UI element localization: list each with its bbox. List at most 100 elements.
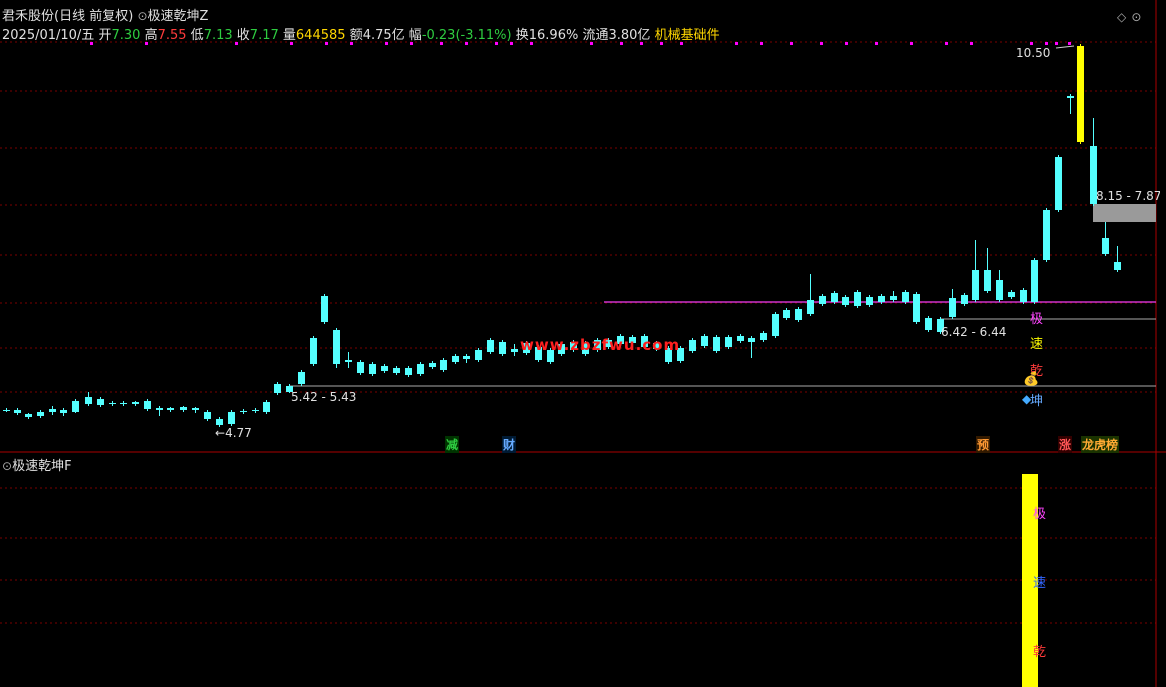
badge-longhu[interactable]: 龙虎榜 [1081, 436, 1120, 453]
marker-dot [875, 42, 878, 45]
candle-body-down [14, 410, 21, 413]
candle-body-down [417, 364, 424, 374]
concept-tag[interactable]: 机械基础件 [655, 28, 720, 43]
candle-body-down [405, 368, 412, 375]
candle-body-down [913, 294, 920, 322]
change-value: -0.23(-3.11%) [421, 28, 512, 43]
candle-body-down [1043, 210, 1050, 260]
money-bag-icon: 💰 [1023, 372, 1040, 387]
candle-body-down [3, 410, 10, 411]
candle-body-down [511, 349, 518, 352]
candle-body-down [180, 407, 187, 410]
candle-body-down [475, 350, 482, 360]
candle-body-down [192, 408, 199, 410]
sub-char-su: 速 [1033, 576, 1047, 591]
indicator-dropdown-icon[interactable]: ⊙ [137, 9, 147, 23]
badge-jian[interactable]: 减 [445, 436, 460, 453]
candle-body-down [463, 356, 470, 359]
candle-body-down [737, 336, 744, 341]
candle-body-down [452, 356, 459, 362]
candle-body-down [748, 338, 755, 342]
candle-body-down [393, 368, 400, 373]
candle-body-down [381, 366, 388, 371]
candle-body-down [120, 403, 127, 404]
close-value: 7.17 [249, 28, 279, 43]
volume-label: 量 [282, 28, 296, 43]
amount-value: 4.75亿 [362, 28, 405, 43]
candle-body-down [156, 408, 163, 410]
marker-dot [790, 42, 793, 45]
candle-body-down [72, 401, 79, 412]
resistance-box [1093, 204, 1156, 222]
candle-body-down [298, 372, 305, 384]
candle-body-down [689, 340, 696, 351]
sub-indicator-dropdown-icon[interactable]: ⊙ [2, 459, 12, 473]
marker-dot [760, 42, 763, 45]
badge-yu[interactable]: 预 [976, 436, 991, 453]
turnover-label: 换 [515, 28, 529, 43]
candle-body-down [961, 295, 968, 304]
candle-body-down [132, 402, 139, 404]
candle-body-down [1008, 292, 1015, 297]
settings-circle-icon[interactable]: ⊙ [1131, 10, 1141, 24]
candle-body-down [25, 414, 32, 417]
range-left-label: 5.42 - 5.43 [291, 390, 357, 404]
signal-char-ji: 极 [1030, 312, 1044, 327]
diamond-gem-icon: ◆ [1022, 392, 1032, 406]
volume-value: 644585 [295, 28, 346, 43]
candle-body-down [795, 309, 802, 320]
candle-body-down [842, 297, 849, 305]
diamond-icon[interactable]: ◇ [1117, 10, 1126, 24]
candle-body-down [984, 270, 991, 291]
candle-body-down [878, 296, 885, 302]
candle-body-down [902, 292, 909, 302]
sub-char-ji: 极 [1033, 507, 1047, 522]
float-value: 3.80亿 [608, 28, 651, 43]
candle-body-down [345, 360, 352, 362]
candle-body-down [228, 412, 235, 424]
stock-name[interactable]: 君禾股份 [2, 9, 54, 24]
marker-dot [820, 42, 823, 45]
period-info: (日线 前复权) [54, 9, 134, 24]
candle-body-down [783, 310, 790, 318]
badge-zhang[interactable]: 涨 [1058, 436, 1073, 453]
window-controls: ◇ ⊙ [1117, 6, 1141, 25]
quote-row: 2025/01/10/五 开7.30 高7.55 低7.13 收7.17 量64… [2, 24, 720, 43]
candle-body-down [996, 280, 1003, 300]
candle-body-down [866, 297, 873, 305]
candle-body-down [949, 298, 956, 317]
candle-body-down [429, 363, 436, 367]
change-label: 幅 [408, 28, 422, 43]
high-pointer-line [1055, 45, 1075, 49]
marker-dot [1055, 42, 1058, 45]
marker-dot [735, 42, 738, 45]
candle-body-down [1067, 96, 1074, 98]
candle-body-down [60, 410, 67, 413]
candle-body-down [499, 342, 506, 354]
sub-indicator-name[interactable]: 极速乾坤F [12, 459, 71, 474]
candle-body-down [807, 300, 814, 314]
signal-char-su: 速 [1030, 337, 1044, 352]
close-label: 收 [236, 28, 250, 43]
open-value: 7.30 [111, 28, 141, 43]
candle-body-down [890, 296, 897, 300]
marker-dot [1030, 42, 1033, 45]
quote-date: 2025/01/10/五 [2, 28, 95, 43]
candle-body-down [97, 399, 104, 405]
candle-body-down [85, 397, 92, 404]
low-value: 7.13 [203, 28, 233, 43]
watermark-text: www.zbzfwu.com [520, 336, 681, 354]
header-title-row: 君禾股份(日线 前复权) ⊙极速乾坤Z [2, 5, 208, 24]
candle-body-down [1055, 157, 1062, 210]
marker-dot [970, 42, 973, 45]
badge-cai[interactable]: 财 [502, 436, 517, 453]
sub-panel-header: ⊙极速乾坤F [2, 455, 72, 474]
main-indicator-name[interactable]: 极速乾坤Z [148, 9, 209, 24]
candle-body-down [831, 293, 838, 302]
range-right-label: 8.15 - 7.87 [1096, 189, 1160, 203]
marker-dot [1068, 42, 1071, 45]
candle-body-down [310, 338, 317, 364]
candle-body-down [1102, 238, 1109, 254]
amount-label: 额 [349, 28, 363, 43]
candle-body-down [144, 401, 151, 409]
